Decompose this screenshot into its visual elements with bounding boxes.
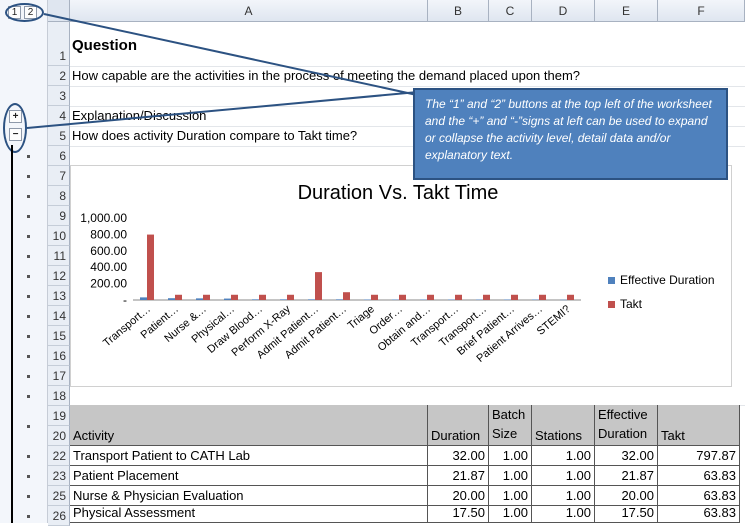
help-callout: The “1” and “2” buttons at the top left … — [413, 88, 728, 180]
callout-pointer-line — [26, 91, 419, 129]
callout-pointer-line — [43, 13, 441, 101]
callout-text: The “1” and “2” buttons at the top left … — [425, 97, 712, 162]
callout-pointers — [26, 13, 441, 129]
